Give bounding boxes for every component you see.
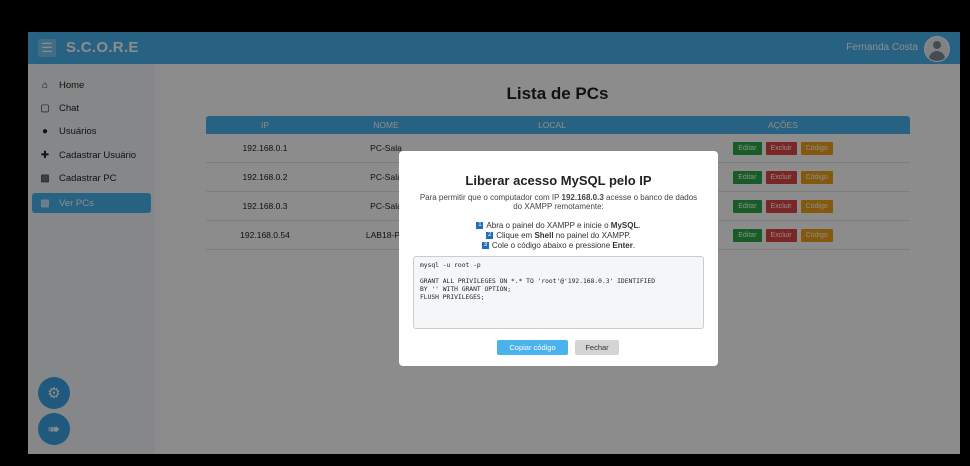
close-button[interactable]: Fechar bbox=[575, 340, 619, 355]
step-number: 2 bbox=[486, 232, 494, 240]
desc-ip: 192.168.0.3 bbox=[561, 193, 604, 202]
step-text: no painel do XAMPP. bbox=[553, 231, 631, 240]
step-text: Cole o código abaixo e pressione bbox=[491, 241, 613, 250]
step-text: Clique em bbox=[496, 231, 535, 240]
instructions-list: 1 Abra o painel do XAMPP e inicie o MySQL… bbox=[399, 221, 718, 251]
step-1: 1 Abra o painel do XAMPP e inicie o MySQL… bbox=[399, 221, 718, 231]
step-2: 2 Clique em Shell no painel do XAMPP. bbox=[399, 231, 718, 241]
step-text: . bbox=[638, 221, 641, 230]
step-text: . bbox=[632, 241, 636, 250]
code-textarea[interactable]: mysql -u root -p GRANT ALL PRIVILEGES ON… bbox=[413, 256, 704, 329]
modal-description: Para permitir que o computador com IP 19… bbox=[415, 193, 702, 211]
step-bold: MySQL bbox=[610, 221, 639, 230]
step-bold: Shell bbox=[534, 231, 554, 240]
desc-prefix: Para permitir que o computador com IP bbox=[419, 193, 562, 202]
modal-title: Liberar acesso MySQL pelo IP bbox=[465, 173, 652, 188]
step-number: 3 bbox=[481, 242, 489, 250]
step-bold: Enter bbox=[612, 241, 633, 250]
app-window: ☰ S.C.O.R.E Fernanda Costa ⌂ Home ▢ Chat… bbox=[28, 32, 960, 454]
mysql-access-modal: Liberar acesso MySQL pelo IP Para permit… bbox=[399, 151, 718, 366]
step-text: Abra o painel do XAMPP e inicie o bbox=[486, 221, 611, 230]
step-3: 3 Cole o código abaixo e pressione Enter. bbox=[399, 241, 718, 251]
step-number: 1 bbox=[476, 222, 484, 230]
copy-code-button[interactable]: Copiar código bbox=[497, 340, 568, 355]
